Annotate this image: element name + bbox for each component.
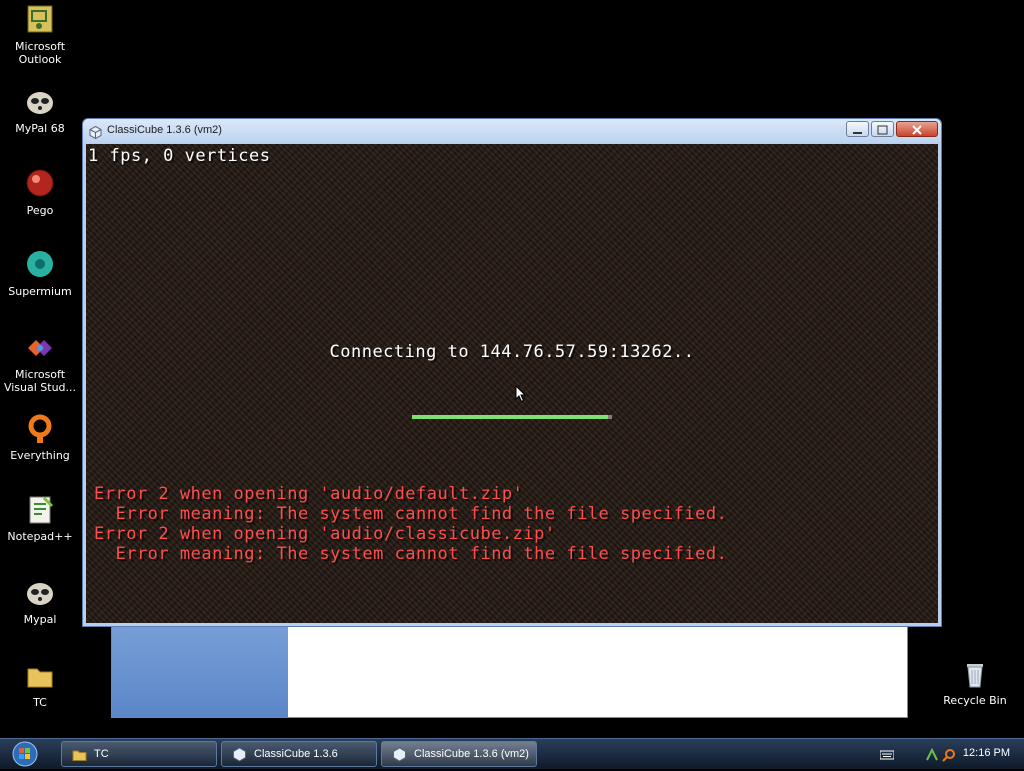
desktop-icon-label: Supermium	[8, 285, 72, 298]
desktop-icon-label: Microsoft Visual Stud...	[3, 368, 77, 394]
everything-icon	[24, 413, 56, 445]
desktop-icon-label: TC	[33, 696, 47, 709]
taskbar-item-label: ClassiCube 1.3.6	[254, 748, 338, 760]
visual-studio-icon	[24, 332, 56, 364]
connection-progress-bar	[412, 415, 612, 419]
desktop-icon-pego[interactable]: Pego	[1, 168, 79, 217]
taskbar-item-label: TC	[94, 748, 109, 760]
restore-icon	[877, 125, 888, 135]
desktop-icon-recycle-bin[interactable]: Recycle Bin	[936, 658, 1014, 707]
search-icon[interactable]	[942, 747, 956, 762]
error-line: Error 2 when opening 'audio/classicube.z…	[94, 524, 556, 544]
minimize-button[interactable]	[846, 121, 869, 137]
desktop-icon-label: Microsoft Outlook	[14, 40, 66, 66]
desktop-icon-outlook[interactable]: Microsoft Outlook	[1, 4, 79, 66]
taskbar: TC ClassiCube 1.3.6 ClassiCube 1.3.6 (vm…	[0, 738, 1024, 769]
supermium-icon	[24, 249, 56, 281]
background-window-pane	[112, 613, 288, 717]
close-button[interactable]	[896, 121, 938, 137]
taskbar-clock[interactable]: 12:16 PM	[963, 747, 1010, 759]
desktop-icon-everything[interactable]: Everything	[1, 413, 79, 462]
maximize-button[interactable]	[871, 121, 894, 137]
start-button[interactable]	[8, 741, 42, 767]
desktop-icon-label: MyPal 68	[15, 122, 65, 135]
mouse-cursor-icon	[515, 385, 527, 403]
desktop-icon-label: Everything	[10, 449, 70, 462]
network-icon[interactable]	[925, 747, 939, 761]
desktop-icon-supermium[interactable]: Supermium	[1, 249, 79, 298]
close-icon	[912, 125, 922, 135]
desktop-icon-mypal68[interactable]: MyPal 68	[1, 86, 79, 135]
taskbar-item-label: ClassiCube 1.3.6 (vm2)	[414, 748, 529, 760]
window-title: ClassiCube 1.3.6 (vm2)	[107, 124, 222, 136]
taskbar-item-tc[interactable]: TC	[61, 741, 217, 767]
taskbar-item-classicube-vm2[interactable]: ClassiCube 1.3.6 (vm2)	[381, 741, 537, 767]
taskbar-item-classicube[interactable]: ClassiCube 1.3.6	[221, 741, 377, 767]
connection-progress-fill	[412, 415, 608, 419]
pego-icon	[24, 168, 56, 200]
desktop-icon-mypal[interactable]: Mypal	[1, 577, 79, 626]
desktop-icon-label: Recycle Bin	[943, 694, 1007, 707]
error-line: Error meaning: The system cannot find th…	[94, 544, 728, 564]
system-tray: 12:16 PM	[875, 739, 1024, 769]
classicube-window[interactable]: ClassiCube 1.3.6 (vm2) 1 fps, 0 vertices…	[82, 118, 942, 627]
classicube-icon	[392, 747, 407, 762]
windows-orb-icon	[12, 741, 38, 767]
notepadpp-icon	[24, 494, 56, 526]
fps-counter: 1 fps, 0 vertices	[88, 146, 271, 166]
error-line: Error meaning: The system cannot find th…	[94, 504, 728, 524]
keyboard-icon[interactable]	[879, 747, 895, 761]
desktop-icon-label: Pego	[26, 204, 54, 217]
game-viewport[interactable]: 1 fps, 0 vertices Connecting to 144.76.5…	[86, 144, 938, 623]
folder-icon	[24, 660, 56, 692]
window-titlebar[interactable]: ClassiCube 1.3.6 (vm2)	[83, 119, 941, 143]
connection-status: Connecting to 144.76.57.59:13262..	[329, 342, 695, 362]
background-window[interactable]	[111, 612, 908, 718]
folder-icon	[72, 747, 87, 762]
recycle-bin-icon	[959, 658, 991, 690]
classicube-icon	[89, 124, 102, 140]
minimize-icon	[853, 132, 862, 134]
desktop-icon-tc[interactable]: TC	[1, 660, 79, 709]
error-line: Error 2 when opening 'audio/default.zip'	[94, 484, 524, 504]
desktop-icon-label: Mypal	[23, 613, 57, 626]
desktop-icon-label: Notepad++	[7, 530, 73, 543]
desktop-icon-notepadpp[interactable]: Notepad++	[1, 494, 79, 543]
outlook-icon	[24, 4, 56, 36]
classicube-icon	[232, 747, 247, 762]
mypal-icon	[24, 86, 56, 118]
desktop-icon-visual-studio[interactable]: Microsoft Visual Stud...	[1, 332, 79, 394]
mypal-icon	[24, 577, 56, 609]
